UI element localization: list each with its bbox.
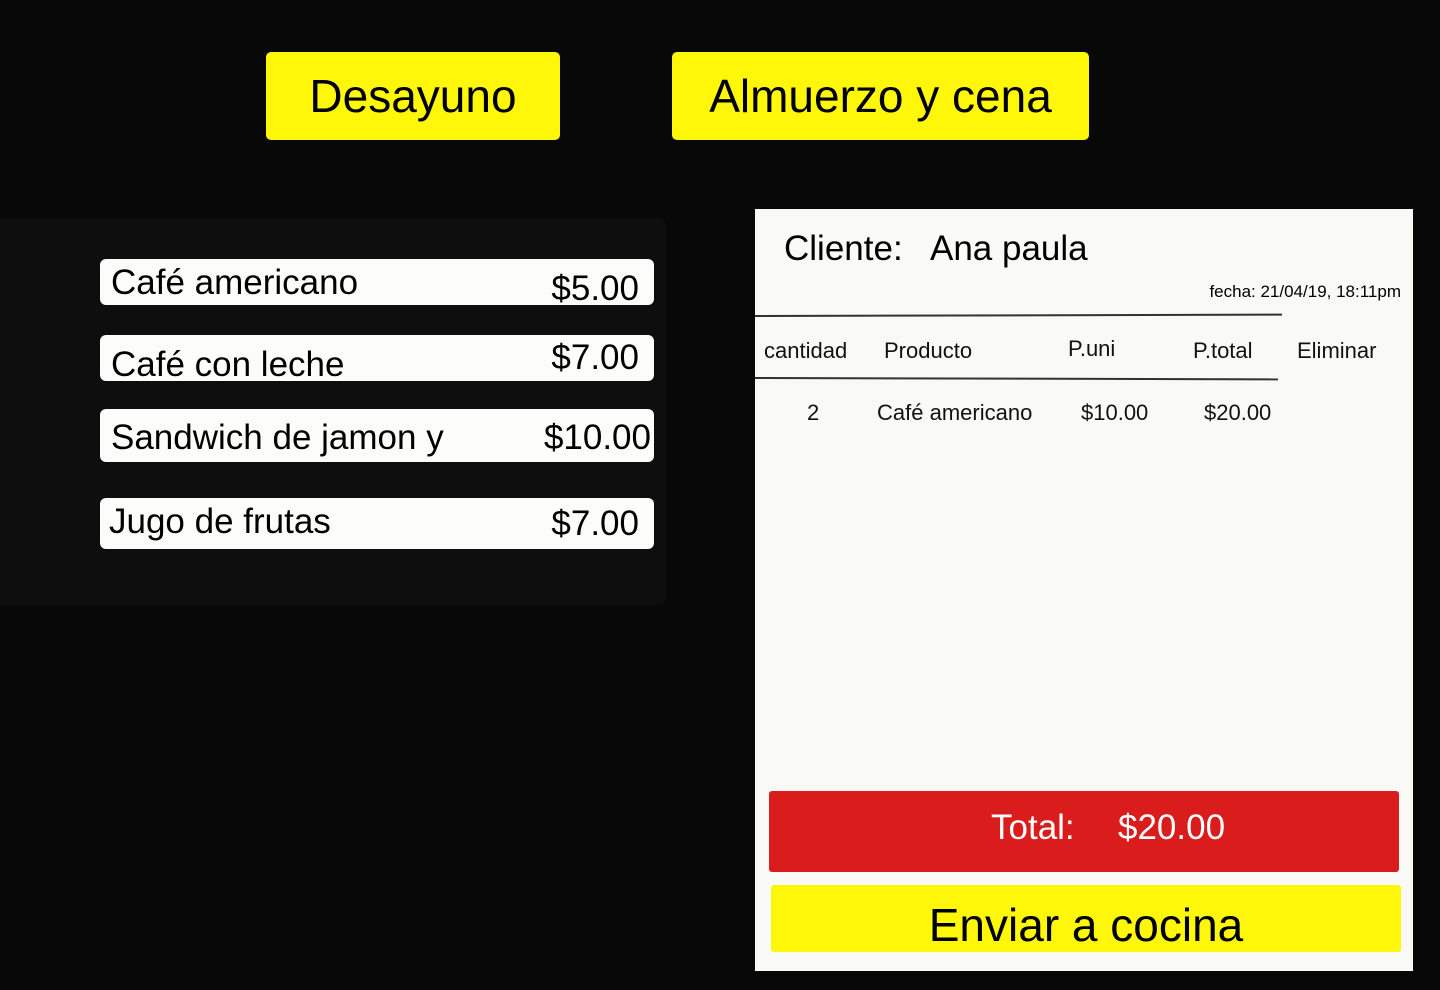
tab-desayuno[interactable]: Desayuno [266,52,560,140]
row-unit-price: $10.00 [1081,400,1149,425]
column-header-unit-price: P.uni [1068,336,1116,361]
menu-item-price: $7.00 [551,504,639,543]
send-to-kitchen-button[interactable]: Enviar a cocina [771,885,1401,952]
table-header-bottom-divider [754,377,1279,380]
menu-item-cafe-americano[interactable]: Café americano $5.00 [100,259,654,305]
menu-item-price: $5.00 [551,269,639,305]
total-label: Total: [991,808,1075,847]
client-name: Ana paula [930,229,1088,268]
column-header-quantity: cantidad [764,338,848,363]
order-panel: Cliente: Ana paula fecha: 21/04/19, 18:1… [754,209,1413,971]
menu-item-sandwich[interactable]: Sandwich de jamon y $10.00 [100,409,654,462]
menu-item-price: $7.00 [551,338,639,377]
tab-almuerzo-y-cena[interactable]: Almuerzo y cena [672,52,1089,140]
order-date: fecha: 21/04/19, 18:11pm [1209,282,1401,301]
row-quantity: 2 [807,400,820,425]
table-header-top-divider [754,313,1283,317]
menu-item-name: Café americano [111,263,359,302]
row-total-price: $20.00 [1204,400,1272,425]
client-label: Cliente: [784,229,903,268]
row-product: Café americano [877,400,1033,425]
menu-item-name: Jugo de frutas [109,502,331,541]
column-header-product: Producto [884,338,973,363]
total-bar: Total: $20.00 [769,791,1399,872]
total-value: $20.00 [1118,808,1226,847]
menu-item-jugo-de-frutas[interactable]: Jugo de frutas $7.00 [100,498,654,549]
column-header-total-price: P.total [1193,338,1253,363]
column-header-delete: Eliminar [1297,338,1377,363]
menu-item-price: $10.00 [543,418,651,457]
menu-item-cafe-con-leche[interactable]: Café con leche $7.00 [100,335,654,381]
menu-item-name: Café con leche [111,345,345,381]
menu-item-name: Sandwich de jamon y [111,418,444,457]
